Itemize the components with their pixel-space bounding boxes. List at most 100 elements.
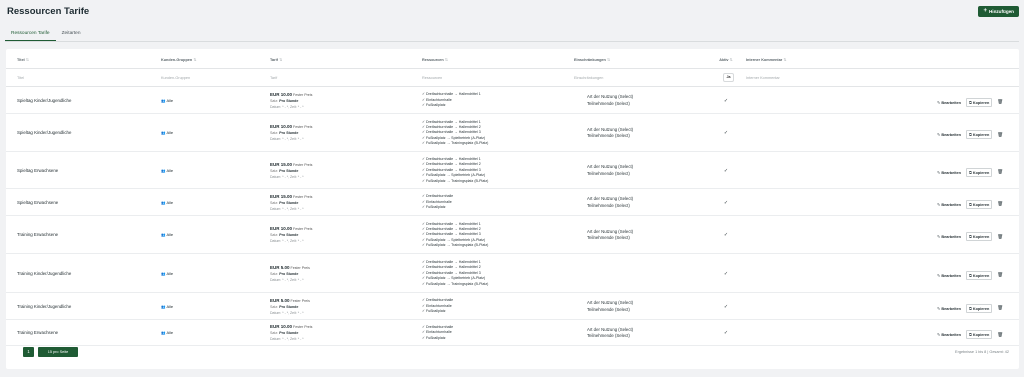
tarif-dates: Datum: * - *, Zeit: * - * <box>270 310 304 315</box>
tarif-price: EUR 5.00 <box>270 264 290 270</box>
edit-button[interactable]: ✎Bearbeiten <box>937 132 961 137</box>
resource-item: Fußballplatz <box>422 205 453 210</box>
row-actions: ✎Bearbeiten ⧉Kopieren 🗑 <box>937 270 1003 280</box>
copy-icon: ⧉ <box>968 132 972 137</box>
copy-icon: ⧉ <box>968 234 972 239</box>
pencil-icon: ✎ <box>937 99 941 105</box>
top-bar: Ressourcen Tarife + Hinzufügen <box>0 0 1024 22</box>
row-restrictions: Art der Nutzung (Select) Teilnehmende (Se… <box>587 94 633 107</box>
edit-button[interactable]: ✎Bearbeiten <box>937 100 961 105</box>
edit-label: Bearbeiten <box>941 235 961 239</box>
trash-icon[interactable]: 🗑 <box>997 169 1003 175</box>
edit-button[interactable]: ✎Bearbeiten <box>937 202 961 207</box>
copy-button[interactable]: ⧉Kopieren <box>965 199 993 209</box>
tab-ressourcen-tarife[interactable]: Ressourcen Tarife <box>5 27 56 41</box>
column-header-active[interactable]: Aktiv⇅ <box>718 57 734 62</box>
copy-button[interactable]: ⧉Kopieren <box>965 303 993 313</box>
filter-groups-input[interactable]: Kunden-Gruppen <box>161 76 190 80</box>
active-check-icon: ✓ <box>723 232 729 238</box>
trash-icon[interactable]: 🗑 <box>997 234 1003 240</box>
copy-label: Kopieren <box>972 133 990 137</box>
table-row[interactable]: Training Kinder/JugendlicheAlleEUR 5.00F… <box>6 293 1019 320</box>
filter-comment-input[interactable]: Interner Kommentar <box>746 76 780 80</box>
page-button[interactable]: 1 <box>23 347 34 357</box>
table-row[interactable]: Spieltag Kinder/Jugendliche Alle EUR 10.00… <box>6 114 1019 152</box>
copy-button[interactable]: ⧉Kopieren <box>965 330 993 339</box>
filter-resources-input[interactable]: Ressourcen <box>422 76 442 80</box>
trash-icon[interactable]: 🗑 <box>997 332 1003 338</box>
edit-button[interactable]: ✎Bearbeiten <box>937 170 961 175</box>
row-actions: ✎Bearbeiten ⧉Kopieren 🗑 <box>937 303 1003 313</box>
table-row[interactable]: Spieltag Erwachsene Alle EUR 15.00Fester P… <box>6 189 1019 216</box>
resource-item: Fußballplatz → Trainingsplatz (B-Platz) <box>422 282 488 287</box>
row-group: Alle <box>161 168 173 173</box>
column-header-tarif[interactable]: Tarif⇅ <box>270 57 282 62</box>
edit-button[interactable]: ✎Bearbeiten <box>937 273 961 278</box>
active-check-icon: ✓ <box>723 97 729 104</box>
tarif-unit: Pro Stunde <box>279 233 299 237</box>
row-restrictions: Art der Nutzung (Select) Teilnehmende (Se… <box>587 127 633 140</box>
column-header-title[interactable]: Titel⇅ <box>17 57 29 62</box>
filter-title-input[interactable]: Titel <box>17 76 24 80</box>
page-title: Ressourcen Tarife <box>7 5 90 17</box>
per-page-select[interactable]: 15 pro Seite <box>38 347 78 357</box>
pencil-icon: ✎ <box>937 132 941 137</box>
row-tarif: EUR 10.00Fester Preis Satz: Pro Stunde Dat… <box>270 226 312 243</box>
filter-row: Titel Kunden-Gruppen Tarif Ressourcen Ei… <box>6 69 1019 87</box>
tarif-price: EUR 10.00 <box>270 226 293 231</box>
row-group: Alle <box>161 200 173 205</box>
row-actions: ✎Bearbeiten ⧉Kopieren 🗑 <box>937 97 1003 107</box>
resource-item: Dreifachturnhalle <box>422 298 453 303</box>
tarif-dates: Datum: * - *, Zeit: * - * <box>270 206 304 211</box>
copy-button[interactable]: ⧉Kopieren <box>965 130 993 139</box>
copy-button[interactable]: ⧉Kopieren <box>965 232 993 241</box>
add-button[interactable]: + Hinzufügen <box>978 5 1019 17</box>
table-row[interactable]: Spieltag Erwachsene Alle EUR 15.00Fester P… <box>6 152 1019 189</box>
edit-button[interactable]: ✎Bearbeiten <box>937 332 961 337</box>
tarif-price: EUR 15.00 <box>270 161 293 167</box>
restriction-item: Teilnehmende (Select) <box>587 100 630 106</box>
resource-item: Fußballplatz → Spielbetrieb (A-Platz) <box>422 173 488 178</box>
pencil-icon: ✎ <box>937 201 941 207</box>
filter-tarif-input[interactable]: Tarif <box>270 76 277 80</box>
row-title: Spieltag Erwachsene <box>17 199 59 205</box>
filter-active-select[interactable]: Ja <box>723 73 734 82</box>
restriction-item: Art der Nutzung (Select) <box>587 164 634 170</box>
edit-button[interactable]: ✎Bearbeiten <box>937 234 961 239</box>
column-header-restrictions[interactable]: Einschränkungen⇅ <box>574 57 610 62</box>
row-group: Alle <box>161 271 173 276</box>
row-resources: DreifachturnhalleEinfachturnhalleFußball… <box>422 298 453 314</box>
trash-icon[interactable]: 🗑 <box>997 272 1003 278</box>
plus-icon: + <box>983 8 987 14</box>
table-row[interactable]: Training Erwachsene Alle EUR 10.00Fester P… <box>6 320 1019 346</box>
copy-button[interactable]: ⧉Kopieren <box>965 270 993 280</box>
trash-icon[interactable]: 🗑 <box>997 132 1003 138</box>
column-header-comment[interactable]: Interner Kommentar⇅ <box>746 57 786 62</box>
copy-label: Kopieren <box>972 273 990 278</box>
copy-label: Kopieren <box>972 235 990 239</box>
filter-restrictions-input[interactable]: Einschränkungen <box>574 76 603 80</box>
row-tarif: EUR 15.00Fester Preis Satz: Pro Stunde Dat… <box>270 194 312 211</box>
pagination-bar: 1 15 pro Seite Ergebnisse 1 bis 8 | Gesa… <box>6 347 1019 361</box>
column-header-resources[interactable]: Ressourcen⇅ <box>422 57 448 62</box>
resource-item: Fußballplatz → Trainingsplatz (B-Platz) <box>422 179 488 184</box>
tab-zeitarten[interactable]: Zeitarten <box>56 27 87 41</box>
row-actions: ✎Bearbeiten ⧉Kopieren 🗑 <box>937 330 1003 339</box>
column-header-groups[interactable]: Kunden-Gruppen⇅ <box>161 57 196 62</box>
copy-button[interactable]: ⧉Kopieren <box>965 97 993 107</box>
copy-label: Kopieren <box>972 306 990 311</box>
copy-button[interactable]: ⧉Kopieren <box>965 167 993 177</box>
table-row[interactable]: Training Erwachsene Alle EUR 10.00Fester P… <box>6 216 1019 254</box>
edit-button[interactable]: ✎Bearbeiten <box>937 306 961 311</box>
row-resources: Dreifachturnhalle → Hallendrittel 1Einfa… <box>422 92 481 108</box>
trash-icon[interactable]: 🗑 <box>997 201 1003 207</box>
trash-icon[interactable]: 🗑 <box>997 305 1003 311</box>
tarif-price: EUR 15.00 <box>270 193 293 199</box>
table-row[interactable]: Spieltag Kinder/Jugendliche Alle EUR 10.00… <box>6 87 1019 114</box>
tarif-unit: Pro Stunde <box>279 168 299 173</box>
row-actions: ✎Bearbeiten ⧉Kopieren 🗑 <box>937 130 1003 139</box>
trash-icon[interactable]: 🗑 <box>997 99 1003 105</box>
restriction-item: Art der Nutzung (Select) <box>587 300 634 306</box>
restriction-item: Teilnehmende (Select) <box>587 235 630 240</box>
table-row[interactable]: Training Kinder/JugendlicheAlleEUR 5.00F… <box>6 254 1019 293</box>
